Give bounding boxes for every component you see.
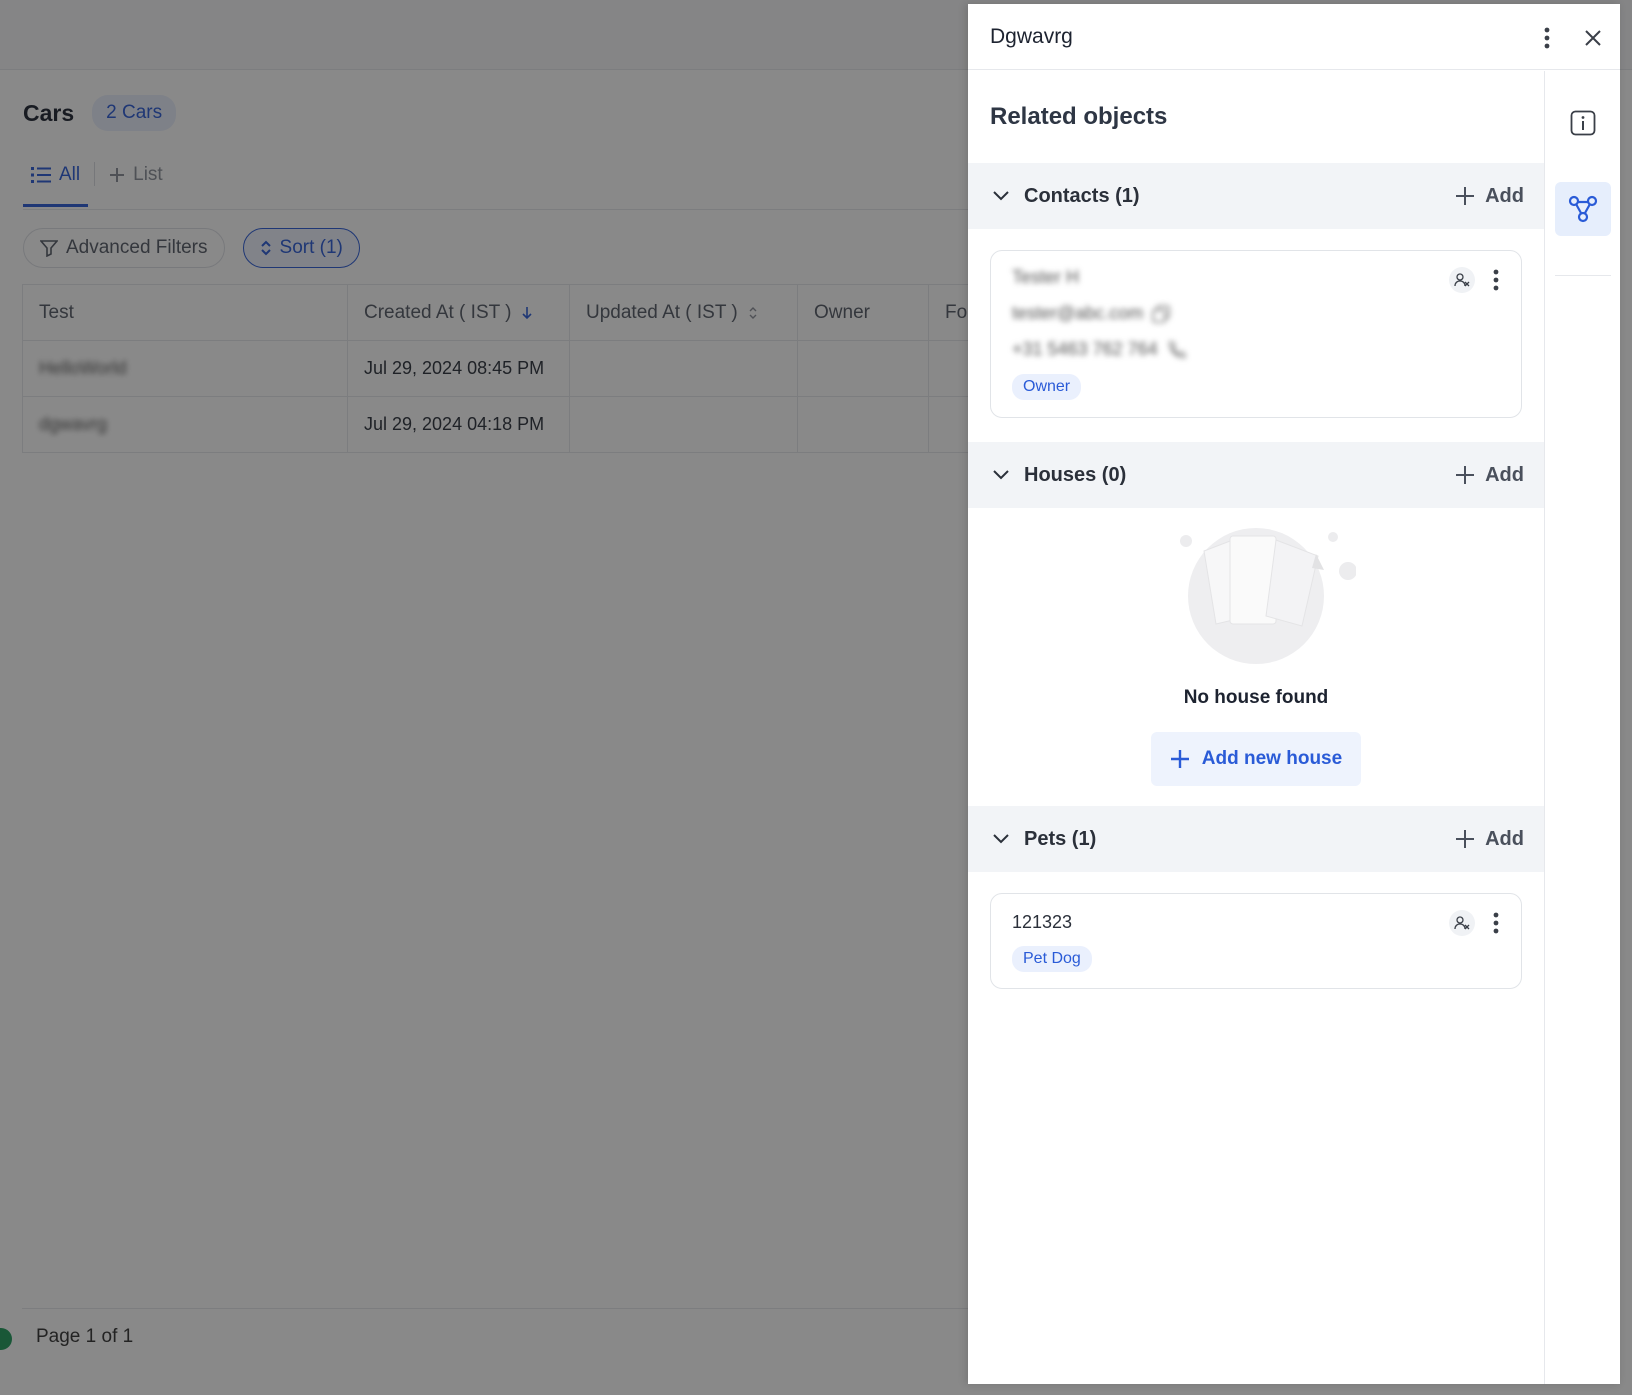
drawer-body: Related objects Contacts (1) Add Tester … <box>968 71 1544 1384</box>
related-objects-tab-button[interactable] <box>1555 182 1611 236</box>
pets-add-label: Add <box>1485 827 1524 850</box>
phone-icon[interactable] <box>1166 340 1186 360</box>
houses-group-header[interactable]: Houses (0) Add <box>968 442 1544 508</box>
contacts-add-label: Add <box>1485 184 1524 207</box>
contact-email: tester@abc.com <box>1012 303 1171 324</box>
contacts-group-header[interactable]: Contacts (1) Add <box>968 163 1544 229</box>
unlink-person-icon[interactable] <box>1449 910 1475 936</box>
drawer-title: Dgwavrg <box>990 24 1073 48</box>
contact-phone: +31 5463 762 764 <box>1012 339 1186 360</box>
pets-group-header[interactable]: Pets (1) Add <box>968 806 1544 872</box>
rail-divider <box>1555 275 1611 276</box>
record-drawer: Dgwavrg Related objects Contacts (1) Add <box>968 4 1620 1384</box>
contacts-group-title: Contacts (1) <box>1024 184 1140 207</box>
pet-card-actions <box>1449 910 1499 936</box>
plus-icon <box>1170 750 1189 768</box>
pet-name: 121323 <box>1012 912 1073 932</box>
pets-add-button[interactable]: Add <box>1455 806 1524 872</box>
pet-type-tag: Pet Dog <box>1012 946 1092 972</box>
contacts-add-button[interactable]: Add <box>1455 163 1524 229</box>
copy-icon[interactable] <box>1151 304 1171 324</box>
section-title: Related objects <box>990 103 1168 130</box>
network-icon <box>1568 195 1598 223</box>
houses-group-title: Houses (0) <box>1024 463 1127 486</box>
contact-phone-value: +31 5463 762 764 <box>1012 339 1158 359</box>
contact-card[interactable]: Tester H tester@abc.com +31 5463 762 764… <box>990 250 1522 418</box>
pet-card[interactable]: 121323 Pet Dog <box>990 893 1522 989</box>
chevron-down-icon <box>993 470 1009 480</box>
more-options-icon[interactable] <box>1493 912 1499 934</box>
plus-icon <box>1456 187 1475 205</box>
drawer-header: Dgwavrg <box>968 4 1620 70</box>
contact-name: Tester H <box>1012 267 1079 288</box>
contact-name-value: Tester H <box>1012 267 1080 287</box>
close-icon[interactable] <box>1580 25 1606 51</box>
empty-state-illustration <box>1180 528 1356 664</box>
chevron-down-icon <box>993 834 1009 844</box>
chevron-down-icon <box>993 191 1009 201</box>
plus-icon <box>1456 466 1475 484</box>
empty-state-text: No house found <box>1183 687 1329 708</box>
contact-email-value: tester@abc.com <box>1012 303 1144 323</box>
details-tab-button[interactable] <box>1555 96 1611 150</box>
add-new-house-label: Add new house <box>1201 748 1343 769</box>
more-options-icon[interactable] <box>1493 269 1499 291</box>
add-new-house-button[interactable]: Add new house <box>1151 732 1361 786</box>
pets-group-title: Pets (1) <box>1024 827 1097 850</box>
houses-add-label: Add <box>1485 463 1524 486</box>
info-icon <box>1570 110 1596 136</box>
drawer-side-rail <box>1544 71 1620 1384</box>
contact-card-actions <box>1449 267 1499 293</box>
more-options-icon[interactable] <box>1534 25 1560 51</box>
contact-role-tag: Owner <box>1012 374 1082 400</box>
unlink-person-icon[interactable] <box>1449 267 1475 293</box>
plus-icon <box>1456 830 1475 848</box>
houses-add-button[interactable]: Add <box>1455 442 1524 508</box>
